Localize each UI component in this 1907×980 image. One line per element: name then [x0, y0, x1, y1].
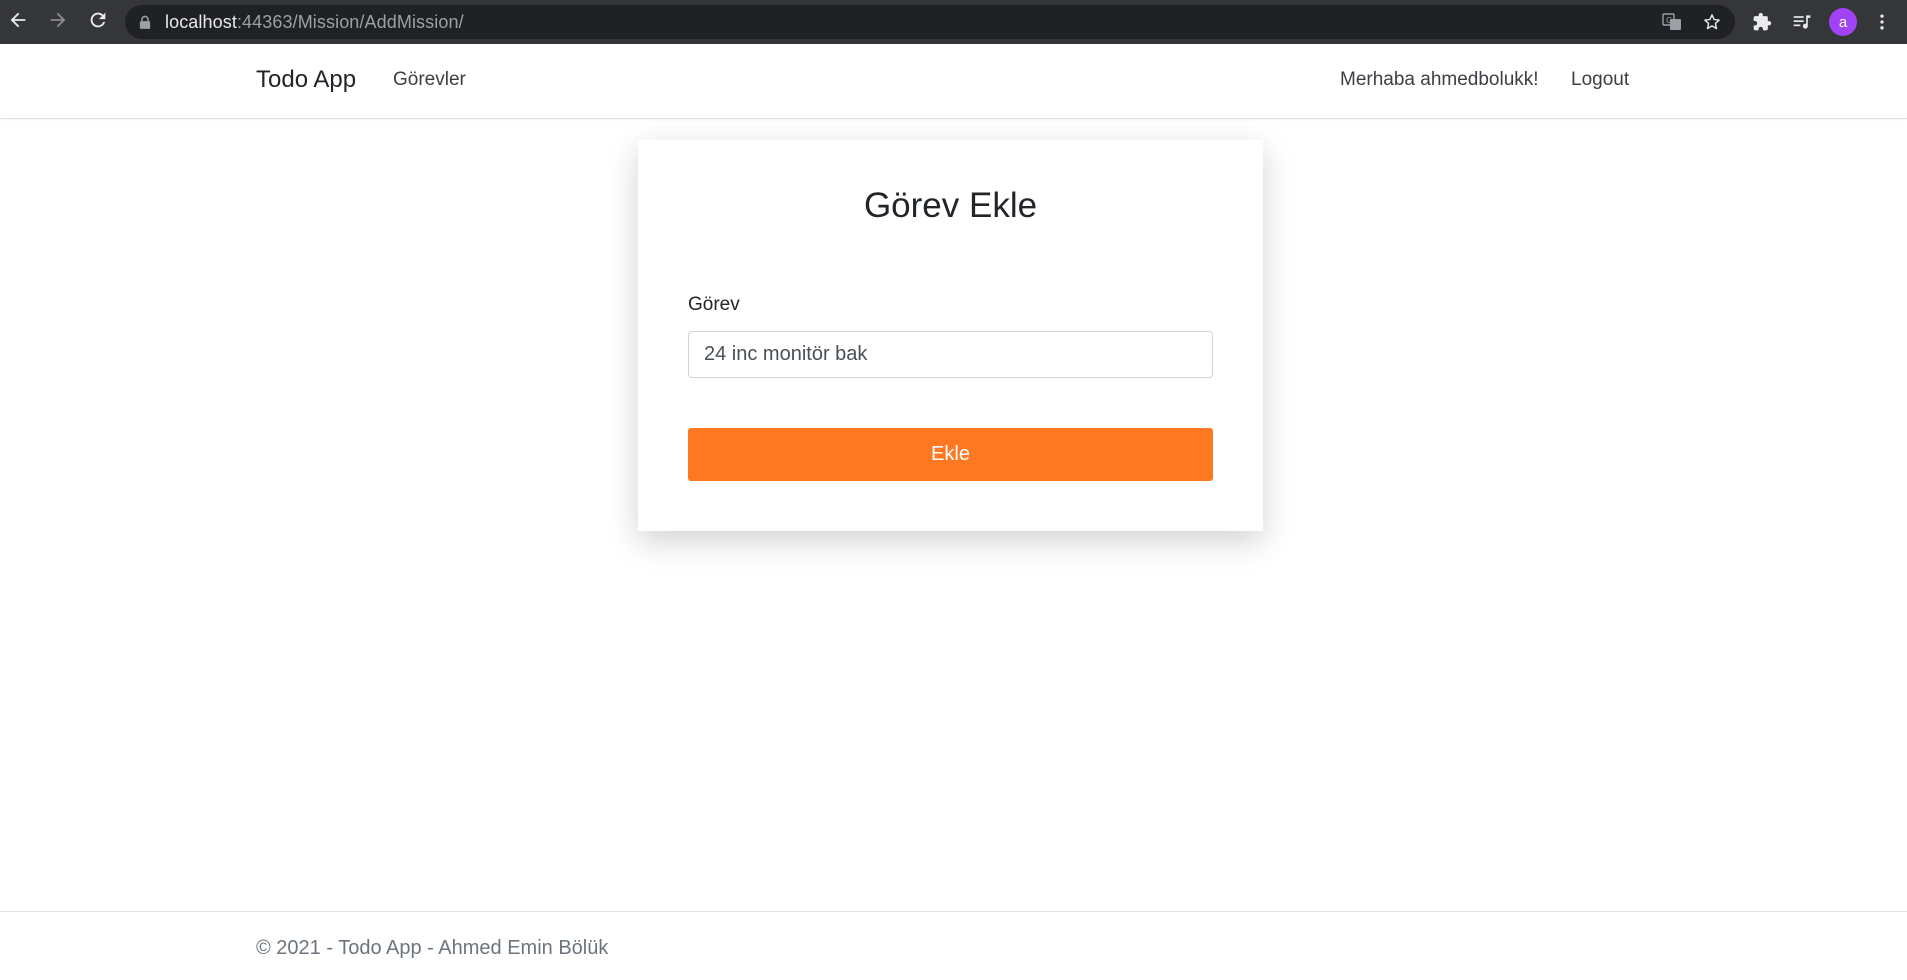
star-icon[interactable] [1702, 12, 1722, 32]
forward-button[interactable] [44, 8, 72, 36]
puzzle-icon[interactable] [1751, 11, 1773, 33]
profile-avatar[interactable]: a [1829, 8, 1857, 36]
add-task-button[interactable]: Ekle [688, 428, 1213, 481]
reload-button[interactable] [84, 8, 112, 36]
back-button[interactable] [4, 8, 32, 36]
add-task-card: Görev Ekle Görev Ekle [638, 140, 1263, 531]
nav-link-tasks[interactable]: Görevler [393, 69, 466, 91]
translate-icon[interactable]: G [1662, 12, 1682, 32]
brand-link[interactable]: Todo App [256, 66, 356, 94]
url-host: localhost [165, 11, 237, 32]
page-footer: © 2021 - Todo App - Ahmed Emin Bölük [0, 911, 1907, 980]
logout-link[interactable]: Logout [1571, 69, 1629, 91]
back-arrow-icon [7, 9, 29, 36]
footer-copyright: © 2021 - Todo App - Ahmed Emin Bölük [256, 937, 609, 959]
url-text: localhost:44363/Mission/AddMission/ [165, 12, 464, 33]
reload-icon [87, 9, 109, 36]
browser-toolbar: localhost:44363/Mission/AddMission/ G a [0, 0, 1907, 44]
app-navbar: Todo App Görevler Merhaba ahmedbolukk! L… [0, 44, 1907, 119]
task-input[interactable] [688, 331, 1213, 378]
url-path: :44363/Mission/AddMission/ [236, 11, 464, 32]
kebab-menu-icon[interactable] [1871, 11, 1893, 33]
task-field-label: Görev [688, 294, 740, 315]
svg-text:G: G [1666, 16, 1672, 25]
page-title: Görev Ekle [863, 186, 1038, 225]
address-bar[interactable]: localhost:44363/Mission/AddMission/ G [125, 5, 1735, 39]
user-greeting-link[interactable]: Merhaba ahmedbolukk! [1340, 69, 1539, 91]
lock-icon [139, 14, 153, 30]
reading-list-icon[interactable] [1791, 11, 1813, 33]
forward-arrow-icon [47, 9, 69, 36]
